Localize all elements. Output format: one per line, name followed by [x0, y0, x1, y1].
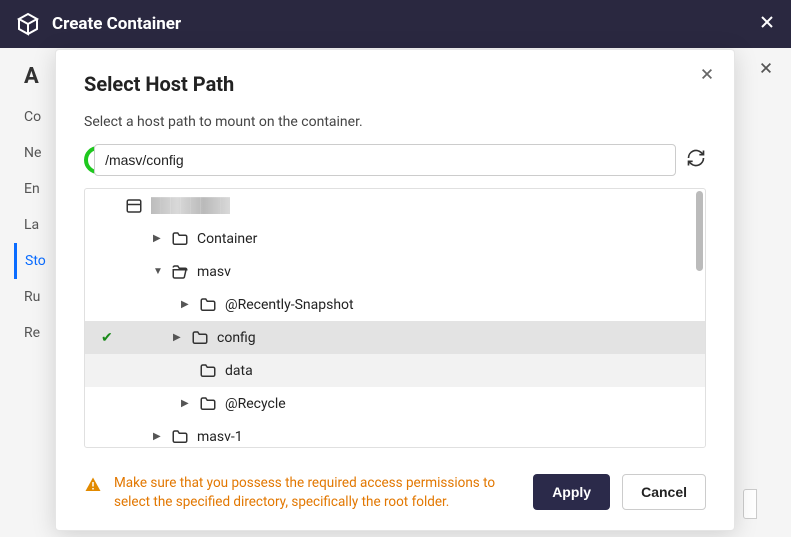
tree-root-label: ████████ — [151, 197, 230, 214]
warning-icon — [84, 476, 102, 498]
tree-label: masv — [197, 264, 231, 280]
tree-label: config — [217, 330, 256, 346]
warning-text: Make sure that you possess the required … — [114, 474, 521, 512]
title-bar-title: Create Container — [52, 14, 181, 34]
apply-button[interactable]: Apply — [533, 474, 610, 510]
title-bar-close-icon[interactable] — [759, 14, 775, 34]
tree-row-recycle[interactable]: ▶ @Recycle — [85, 387, 705, 420]
background-fragment — [743, 489, 757, 519]
tree-label: masv-1 — [197, 429, 243, 445]
outer-close-icon[interactable] — [759, 60, 773, 79]
tree-row-masv[interactable]: ▼ masv — [85, 255, 705, 288]
folder-icon — [199, 296, 217, 314]
modal-title: Select Host Path — [84, 72, 706, 96]
folder-icon — [191, 329, 209, 347]
tree-row-config[interactable]: ✔ ▶ config — [85, 321, 705, 354]
chevron-right-icon[interactable]: ▶ — [153, 234, 163, 244]
refresh-icon[interactable] — [686, 148, 706, 172]
tree-root-row[interactable]: ████████ — [85, 189, 705, 222]
container-cube-icon — [16, 12, 40, 36]
select-host-path-modal: Select Host Path Select a host path to m… — [55, 49, 735, 531]
tree-label: data — [225, 363, 253, 379]
folder-icon — [171, 230, 189, 248]
scrollbar-thumb[interactable] — [696, 191, 703, 271]
tree-label: Container — [197, 231, 257, 247]
folder-tree[interactable]: ████████ ▶ Container ▼ masv ▶ — [84, 188, 706, 448]
tree-row-masv-1[interactable]: ▶ masv-1 — [85, 420, 705, 448]
cancel-button[interactable]: Cancel — [622, 474, 706, 510]
chevron-right-icon[interactable]: ▶ — [153, 432, 163, 442]
folder-icon — [171, 428, 189, 446]
tree-label: @Recently-Snapshot — [225, 297, 354, 313]
check-icon: ✔ — [101, 330, 117, 346]
tree-row-recently-snapshot[interactable]: ▶ @Recently-Snapshot — [85, 288, 705, 321]
tree-label: @Recycle — [225, 396, 286, 412]
chevron-down-icon[interactable]: ▼ — [153, 267, 163, 277]
folder-open-icon — [171, 263, 189, 281]
server-icon — [125, 197, 143, 215]
chevron-right-icon[interactable]: ▶ — [181, 399, 191, 409]
chevron-right-icon[interactable]: ▶ — [173, 333, 183, 343]
modal-subtitle: Select a host path to mount on the conta… — [84, 114, 706, 130]
tree-row-data[interactable]: ▶ data — [85, 354, 705, 387]
tree-row-container[interactable]: ▶ Container — [85, 222, 705, 255]
path-input[interactable] — [94, 144, 676, 176]
chevron-right-icon[interactable]: ▶ — [181, 300, 191, 310]
folder-icon — [199, 395, 217, 413]
title-bar: Create Container — [0, 0, 791, 48]
folder-icon — [199, 362, 217, 380]
modal-close-icon[interactable] — [700, 66, 714, 85]
